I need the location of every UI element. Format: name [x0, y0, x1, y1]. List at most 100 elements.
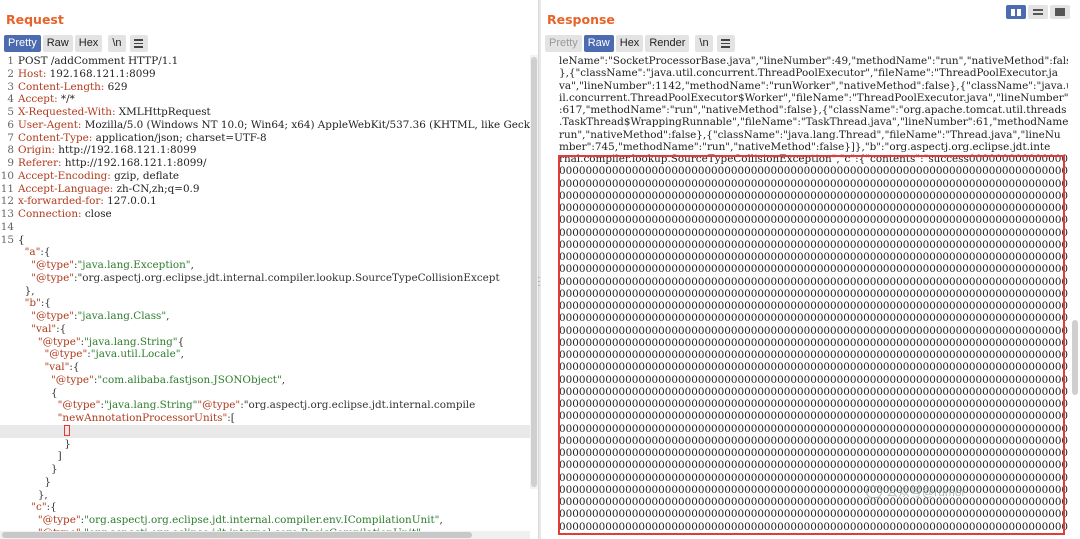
request-text: {	[18, 233, 25, 246]
response-zero-line: 0000000000000000000000000000000000000000…	[559, 410, 1068, 423]
json-punct: ,	[190, 259, 194, 271]
response-zero-line: 0000000000000000000000000000000000000000…	[559, 287, 1068, 300]
header-value: http://192.168.121.1:8099/	[61, 157, 207, 169]
response-vertical-scrollbar[interactable]	[1072, 320, 1078, 395]
json-line: },	[0, 285, 538, 298]
request-line: 9 Referer: http://192.168.121.1:8099/	[0, 157, 538, 170]
tab-render[interactable]: Render	[645, 35, 690, 52]
header-value: XMLHttpRequest	[115, 106, 211, 118]
response-zero-line: 0000000000000000000000000000000000000000…	[559, 483, 1068, 496]
split-columns-icon[interactable]	[1006, 5, 1026, 19]
json-line: "val":{	[0, 361, 538, 374]
request-editor[interactable]: 1 POST /addComment HTTP/1.1 2 Host: 192.168…	[0, 55, 538, 539]
json-line: "@type":"java.lang.Exception",	[0, 259, 538, 272]
json-punct	[18, 501, 31, 513]
json-punct: },	[18, 284, 35, 297]
line-number: 11	[0, 182, 14, 195]
tab-hex[interactable]: Hex	[615, 35, 644, 52]
request-horizontal-scrollbar[interactable]	[0, 531, 530, 539]
json-line: "@type":"java.lang.Class",	[0, 310, 538, 323]
json-key: "newAnnotationProcessorUnits"	[57, 412, 228, 424]
json-key: "@type"	[44, 348, 88, 361]
json-punct: ,	[180, 348, 184, 361]
response-line: },{"className":"java.util.concurrent.Thr…	[559, 67, 1058, 80]
json-line: "@type":"org.aspectj.org.eclipse.jdt.int…	[0, 514, 538, 527]
header-value: http://192.168.121.1:8099	[54, 144, 197, 157]
json-line: "@type":"com.alibaba.fastjson.JSONObject…	[0, 374, 538, 387]
json-punct: :{	[46, 501, 57, 514]
single-pane-icon[interactable]	[1050, 5, 1070, 19]
header-name: Referer:	[18, 157, 62, 169]
response-line: mber":745,"methodName":"run","nativeMeth…	[559, 140, 1051, 153]
json-line: "@type":"org.aspectj.org.eclipse.jdt.int…	[0, 272, 538, 285]
tab-raw[interactable]: Raw	[42, 35, 73, 52]
response-zero-line: 0000000000000000000000000000000000000000…	[559, 251, 1068, 263]
json-punct: ,	[281, 373, 286, 386]
response-zero-line: 0000000000000000000000000000000000000000…	[559, 324, 1068, 337]
response-zero-line: 0000000000000000000000000000000000000000…	[559, 336, 1068, 349]
line-number: 2	[7, 67, 14, 80]
json-punct	[18, 310, 31, 322]
json-punct: :{	[69, 361, 80, 373]
request-line: 13 Connection: close	[0, 208, 538, 221]
tab-pretty[interactable]: Pretty	[545, 35, 582, 52]
json-punct: }	[18, 463, 58, 475]
request-line: 5 X-Requested-With: XMLHttpRequest	[0, 106, 538, 119]
request-line: 4 Accept: */*	[0, 93, 538, 106]
json-line: }	[0, 438, 538, 451]
header-name: Host:	[18, 67, 47, 80]
layout-toggle	[1006, 5, 1070, 19]
header-value: 629	[104, 80, 128, 93]
response-zero-line: 0000000000000000000000000000000000000000…	[559, 177, 1068, 190]
json-punct: :{	[56, 322, 67, 335]
line-number: 15	[0, 233, 14, 246]
json-key: "@type"	[197, 399, 241, 412]
response-editor[interactable]: leName":"SocketProcessorBase.java","line…	[559, 55, 1068, 539]
json-punct	[18, 336, 38, 348]
json-punct: ]	[18, 450, 62, 463]
wechat-icon	[866, 485, 882, 498]
header-name: x-forwarded-for:	[18, 195, 104, 208]
json-string: "com.alibaba.fastjson.JSONObject"	[97, 373, 282, 386]
json-line: "@type":"java.util.Locale",	[0, 348, 538, 361]
tab-newline[interactable]: \n	[695, 35, 713, 52]
request-line: 10 Accept-Encoding: gzip, deflate	[0, 170, 538, 183]
header-name: Accept-Language:	[18, 182, 114, 195]
json-punct: :"org.aspectj.org.eclipse.jdt.internal.c…	[240, 399, 476, 412]
json-key: "b"	[24, 297, 41, 310]
response-title: Response	[547, 12, 615, 27]
header-value: Mozilla/5.0 (Windows NT 10.0; Win64; x64…	[81, 118, 537, 131]
tab-pretty[interactable]: Pretty	[4, 35, 41, 52]
json-punct	[18, 246, 25, 258]
json-string: "java.lang.Exception"	[77, 259, 191, 271]
response-line: leName":"SocketProcessorBase.java","line…	[559, 55, 1068, 67]
json-punct: :[	[227, 412, 235, 424]
json-line: "newAnnotationProcessorUnits":[	[0, 412, 538, 425]
header-value: close	[81, 208, 112, 220]
response-zero-line: 0000000000000000000000000000000000000000…	[559, 226, 1068, 239]
response-zero-line: 0000000000000000000000000000000000000000…	[559, 349, 1068, 361]
header-name: Accept:	[18, 93, 58, 106]
json-line	[0, 424, 538, 438]
header-name: User-Agent:	[18, 118, 82, 131]
tab-hex[interactable]: Hex	[74, 35, 103, 52]
response-line: run","nativeMethod":false},{"className":…	[559, 128, 1061, 141]
menu-icon[interactable]	[716, 35, 735, 52]
tab-raw[interactable]: Raw	[583, 35, 614, 52]
response-zero-line: 0000000000000000000000000000000000000000…	[559, 275, 1068, 288]
split-rows-icon[interactable]	[1028, 5, 1048, 19]
json-punct	[18, 259, 31, 271]
response-zero-line: 0000000000000000000000000000000000000000…	[559, 520, 1068, 533]
response-zero-line: 0000000000000000000000000000000000000000…	[559, 434, 1068, 447]
response-zero-line: 0000000000000000000000000000000000000000…	[559, 471, 1068, 484]
response-line: .TaskThread$WrappingRunnable","fileName"…	[559, 116, 1068, 129]
json-punct	[18, 374, 51, 386]
tab-newline[interactable]: \n	[108, 35, 126, 52]
json-punct: :{	[40, 297, 51, 310]
json-line: }	[0, 476, 538, 489]
json-key: "@type"	[31, 271, 75, 284]
json-key: "@type"	[57, 399, 101, 412]
menu-icon[interactable]	[129, 35, 148, 52]
json-punct	[18, 514, 38, 526]
